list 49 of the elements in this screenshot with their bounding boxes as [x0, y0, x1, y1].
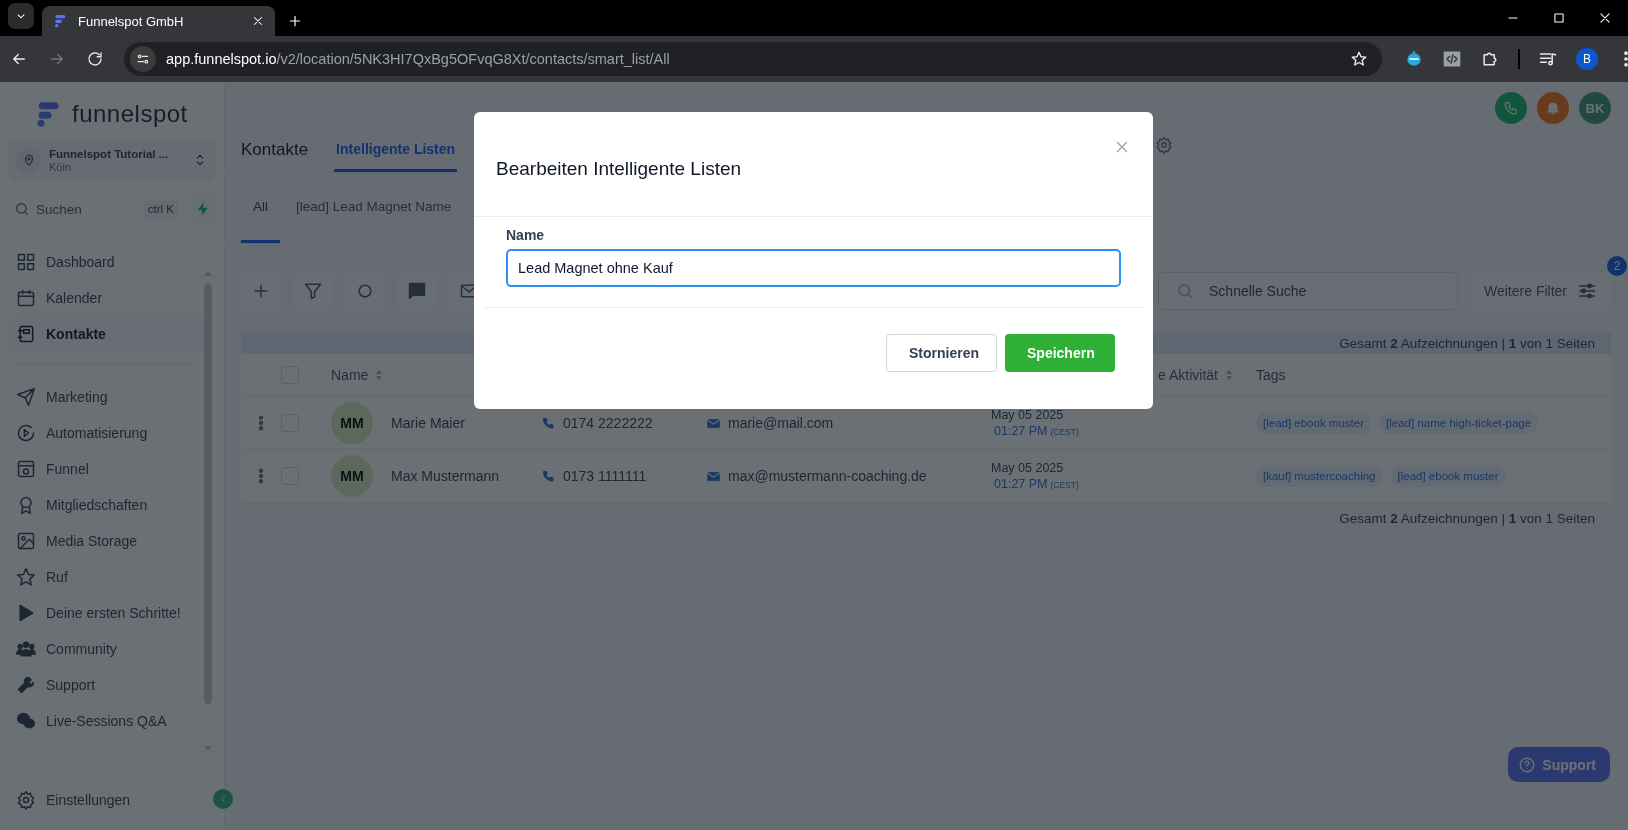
column-header[interactable]: Name	[331, 367, 541, 383]
pagination-summary: Gesamt 2 Aufzeichnungen | 1 von 1 Seiten	[1339, 510, 1595, 526]
nav-item[interactable]: Media Storage	[8, 523, 204, 559]
tag[interactable]: [lead] name high-ticket-page	[1379, 412, 1539, 434]
email-address[interactable]: max@mustermann-coaching.de	[728, 468, 927, 484]
cancel-button[interactable]: Stornieren	[886, 334, 997, 372]
name-field[interactable]: Lead Magnet ohne Kauf	[506, 249, 1121, 287]
field-label: Name	[506, 227, 546, 243]
activity-time: 01:27 PM (CEST)	[993, 424, 1080, 438]
tag[interactable]: [lead] ebook muster	[1256, 412, 1371, 434]
user-avatar[interactable]: BK	[1579, 92, 1611, 124]
profile-avatar[interactable]: B	[1576, 48, 1598, 70]
tag[interactable]: [kauf] mustercoaching	[1256, 465, 1383, 487]
dialog-title: Bearbeiten Intelligente Listen	[496, 158, 742, 180]
pagination-summary: Gesamt 2 Aufzeichnungen | 1 von 1 Seiten	[1339, 335, 1595, 351]
nav-item[interactable]: Marketing	[8, 379, 204, 415]
header-tab[interactable]: Intelligente Listen	[334, 128, 458, 172]
activity-time: 01:27 PM (CEST)	[993, 477, 1080, 491]
nav-item[interactable]: Mitgliedschaften	[8, 487, 204, 523]
logo-text: funnelspot	[72, 100, 188, 128]
nav-item[interactable]: Community	[8, 631, 204, 667]
nav-item[interactable]: Live-Sessions Q&A	[8, 703, 204, 739]
phone-number[interactable]: 0173 1111111	[563, 468, 647, 484]
save-button[interactable]: Speichern	[1005, 334, 1115, 372]
tag[interactable]: [lead] ebook muster	[1390, 465, 1506, 487]
nav-item[interactable]: Deine ersten Schritte!	[8, 595, 204, 631]
location-name: Funnelspot Tutorial ...	[49, 147, 170, 160]
nav-item[interactable]: Ruf	[8, 559, 204, 595]
contact-avatar: MM	[331, 455, 373, 497]
nav-item[interactable]: Dashboard	[8, 244, 204, 280]
contact-name[interactable]: Marie Maier	[391, 415, 465, 431]
phone-number[interactable]: 0174 2222222	[563, 415, 653, 431]
contact-avatar: MM	[331, 402, 373, 444]
contact-name[interactable]: Max Mustermann	[391, 468, 500, 484]
nav-item[interactable]: Kalender	[8, 280, 204, 316]
column-header: Tags	[1256, 367, 1287, 383]
email-address[interactable]: marie@mail.com	[728, 415, 834, 431]
page-title: Kontakte	[241, 139, 309, 161]
nav-item[interactable]: Support	[8, 667, 204, 703]
filter-count-badge: 2	[1607, 256, 1627, 276]
nav-item[interactable]: Automatisierung	[8, 415, 204, 451]
quick-search-field[interactable]: Schnelle Suche	[1158, 272, 1458, 310]
smart-list-tab[interactable]: [lead] Lead Magnet Name	[284, 173, 464, 243]
smart-list-tab[interactable]: All	[241, 173, 280, 243]
browser-tab[interactable]: Funnelspot GmbH	[42, 6, 275, 36]
activity-date: May 05 2025	[991, 408, 1065, 422]
nav-item[interactable]: Einstellungen	[8, 782, 216, 818]
activity-date: May 05 2025	[991, 461, 1065, 475]
nav-item[interactable]: Funnel	[8, 451, 204, 487]
